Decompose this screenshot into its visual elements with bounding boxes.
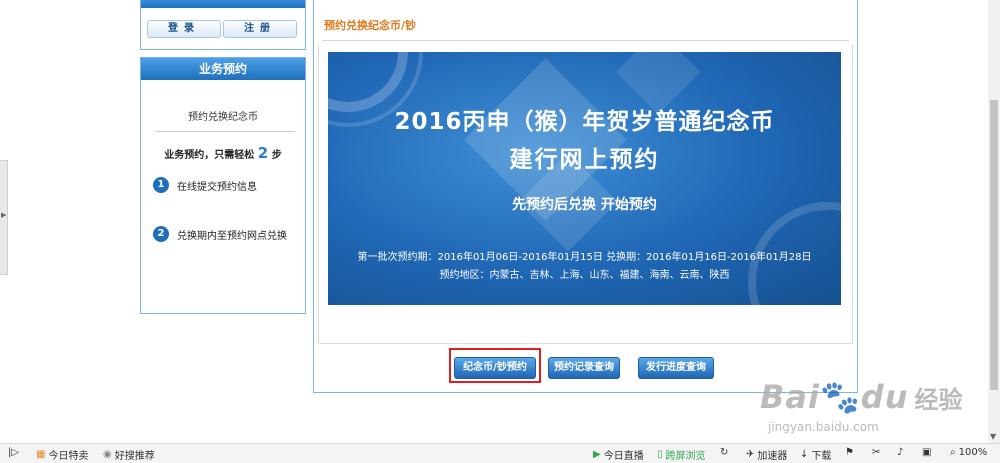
good-search-item[interactable]: ◉ 好搜推荐 xyxy=(103,447,155,462)
side-panel-toggle[interactable]: ▶ xyxy=(0,160,8,275)
download-label: 下载 xyxy=(811,451,832,462)
expand-arrow-icon: ▶ xyxy=(1,211,7,219)
paw-icon: 🐾 xyxy=(819,378,861,416)
login-button[interactable]: 登录 xyxy=(147,20,221,38)
issue-progress-button[interactable]: 发行进度查询 xyxy=(638,357,714,379)
step-label: 兑换期内至预约网点兑换 xyxy=(177,230,287,242)
rocket-icon: ✈ xyxy=(746,449,755,460)
banner-slogan: 先预约后兑换 开始预约 xyxy=(512,197,657,213)
screenshot-icon[interactable]: ✂ xyxy=(872,447,883,458)
download-icon: ↓ xyxy=(800,449,809,460)
zoom-icon: ⌕ xyxy=(950,447,956,458)
register-button[interactable]: 注册 xyxy=(223,20,297,38)
tagline-suffix: 步 xyxy=(271,150,282,161)
baidu-watermark: Bai🐾du 经验 jingyan.baidu.com xyxy=(760,378,963,434)
page-title: 预约兑换纪念币/钞 xyxy=(324,19,417,32)
banner-subheadline: 建行网上预约 xyxy=(509,147,660,173)
watermark-logo: Bai🐾du xyxy=(760,378,909,416)
today-deals-item[interactable]: ▦ 今日特卖 xyxy=(36,447,88,462)
step-label: 在线提交预约信息 xyxy=(177,181,257,193)
accelerator-item[interactable]: ✈ 加速器 xyxy=(746,447,787,462)
step-number-icon: 2 xyxy=(153,226,169,242)
main-content-frame: 预约兑换纪念币/钞 2016丙申（猴）年贺岁普通纪念币 建行网上预约 先预约后兑… xyxy=(313,0,858,393)
today-deals-label: 今日特卖 xyxy=(48,451,89,462)
browser-statusbar: |▷ ▦ 今日特卖 ◉ 好搜推荐 ▶ 今日直播 ▯ 跨屏浏览 ↻ ✈ 加速器 ↓… xyxy=(0,443,1000,463)
step-item: 1 在线提交预约信息 xyxy=(153,177,257,193)
refresh-icon[interactable]: ↻ xyxy=(720,447,731,458)
search-dot-icon: ◉ xyxy=(103,449,112,460)
booking-subtitle-link[interactable]: 预约兑换纪念币 xyxy=(141,108,305,123)
tagline-number: 2 xyxy=(257,144,269,162)
scrollbar-thumb[interactable] xyxy=(990,100,998,390)
gift-icon: ▦ xyxy=(36,449,46,460)
zoom-control[interactable]: ⌕ 100% xyxy=(950,447,987,458)
step-item: 2 兑换期内至预约网点兑换 xyxy=(153,226,287,242)
accelerator-label: 加速器 xyxy=(757,451,788,462)
title-divider xyxy=(322,40,849,41)
booking-tagline: 业务预约，只需轻松 2 步 xyxy=(141,144,305,162)
today-live-label: 今日直播 xyxy=(603,451,644,462)
sidebar-toggle-icon[interactable]: |▷ xyxy=(8,447,22,458)
page: ▶ 登录 注册 业务预约 预约兑换纪念币 业务预约，只需轻松 2 步 1 在线提… xyxy=(0,0,1000,463)
download-item[interactable]: ↓ 下载 xyxy=(800,447,831,462)
banner-period: 第一批次预约期：2016年01月06日-2016年01月15日 兑换期：2016… xyxy=(357,252,812,263)
booking-panel-header: 业务预约 xyxy=(141,58,305,80)
window-icon[interactable]: ▣ xyxy=(922,447,934,458)
watermark-cn: 经验 xyxy=(914,386,963,414)
today-live-item[interactable]: ▶ 今日直播 xyxy=(593,447,644,462)
good-search-label: 好搜推荐 xyxy=(114,451,155,462)
cross-screen-item[interactable]: ▯ 跨屏浏览 xyxy=(657,447,706,462)
scroll-down-icon[interactable]: ▼ xyxy=(990,432,996,441)
banner-region: 预约地区：内蒙古、吉林、上海、山东、福建、海南、云南、陕西 xyxy=(439,270,730,281)
step-number-icon: 1 xyxy=(153,177,169,193)
banner-headline: 2016丙申（猴）年贺岁普通纪念币 xyxy=(394,109,775,135)
tagline-prefix: 业务预约，只需轻松 xyxy=(164,150,255,161)
divider xyxy=(155,131,295,132)
vertical-scrollbar[interactable]: ▼ xyxy=(988,0,1000,443)
play-icon: ▶ xyxy=(593,449,601,460)
coin-booking-button[interactable]: 纪念币/钞预约 xyxy=(454,357,536,379)
promo-banner: 2016丙申（猴）年贺岁普通纪念币 建行网上预约 先预约后兑换 开始预约 第一批… xyxy=(328,52,841,305)
flag-icon[interactable]: ⚑ xyxy=(845,447,857,458)
watermark-url: jingyan.baidu.com xyxy=(768,420,879,434)
cross-screen-label: 跨屏浏览 xyxy=(665,451,706,462)
zoom-label: 100% xyxy=(958,447,988,458)
booking-panel: 业务预约 预约兑换纪念币 业务预约，只需轻松 2 步 1 在线提交预约信息 2 … xyxy=(140,57,306,314)
booking-records-button[interactable]: 预约记录查询 xyxy=(548,357,620,379)
phone-icon: ▯ xyxy=(657,449,663,460)
login-box-header xyxy=(141,0,305,8)
login-box: 登录 注册 xyxy=(140,0,306,50)
sound-icon[interactable]: ♪ xyxy=(897,447,906,458)
